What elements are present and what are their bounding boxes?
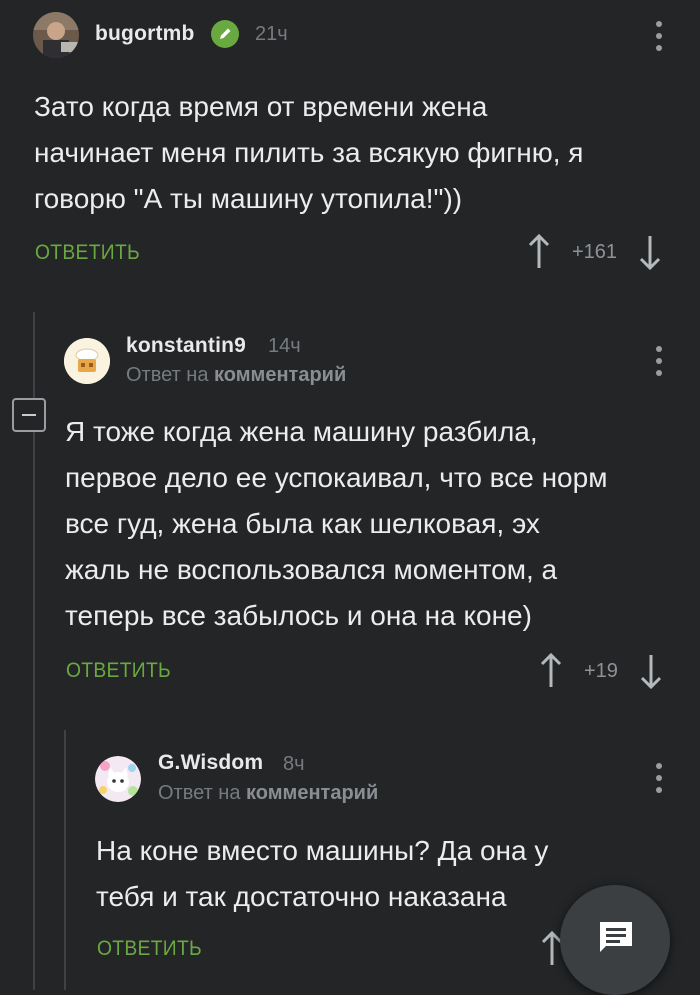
arrow-down-icon[interactable]: [640, 653, 662, 689]
comment-text: На коне вместо машины? Да она у тебя и т…: [96, 835, 549, 912]
avatar[interactable]: [64, 338, 110, 384]
reply-target-link[interactable]: комментарий: [246, 782, 378, 804]
reply-to-label: Ответ на комментарий: [158, 782, 379, 804]
comment-konstantin9: konstantin9 14ч Ответ на комментарий Я т…: [0, 312, 700, 712]
avatar[interactable]: [33, 12, 79, 58]
reply-button[interactable]: ОТВЕТИТЬ: [66, 659, 171, 683]
avatar[interactable]: [95, 756, 141, 802]
comment-time: 14ч: [268, 335, 301, 357]
comment-bugortmb: bugortmb 21ч Зато когда время от времени…: [0, 0, 700, 290]
reply-button[interactable]: ОТВЕТИТЬ: [35, 241, 140, 265]
reply-button[interactable]: ОТВЕТИТЬ: [97, 937, 202, 961]
reply-to-label: Ответ на комментарий: [126, 364, 347, 386]
vote-controls: +161: [528, 234, 661, 270]
comment-time: 21ч: [255, 23, 288, 45]
comment-time: 8ч: [283, 753, 305, 775]
vote-count: +19: [584, 659, 618, 682]
vote-controls: +19: [540, 653, 662, 689]
arrow-up-icon[interactable]: [528, 234, 550, 270]
username[interactable]: G.Wisdom: [158, 751, 263, 775]
username[interactable]: konstantin9: [126, 334, 246, 358]
comment-text: Я тоже когда жена машину разбила, первое…: [65, 416, 608, 631]
fab-button[interactable]: [560, 885, 670, 995]
kebab-menu-icon[interactable]: [655, 763, 663, 793]
arrow-down-icon[interactable]: [639, 234, 661, 270]
vote-count: +161: [572, 240, 618, 263]
reply-target-link[interactable]: комментарий: [214, 364, 346, 386]
comment-icon: [600, 922, 632, 952]
kebab-menu-icon[interactable]: [655, 21, 663, 51]
comment-text: Зато когда время от времени жена начинае…: [34, 91, 584, 214]
arrow-up-icon[interactable]: [540, 653, 562, 689]
username[interactable]: bugortmb: [95, 22, 195, 46]
kebab-menu-icon[interactable]: [655, 346, 663, 376]
verified-pencil-icon: [211, 20, 239, 48]
